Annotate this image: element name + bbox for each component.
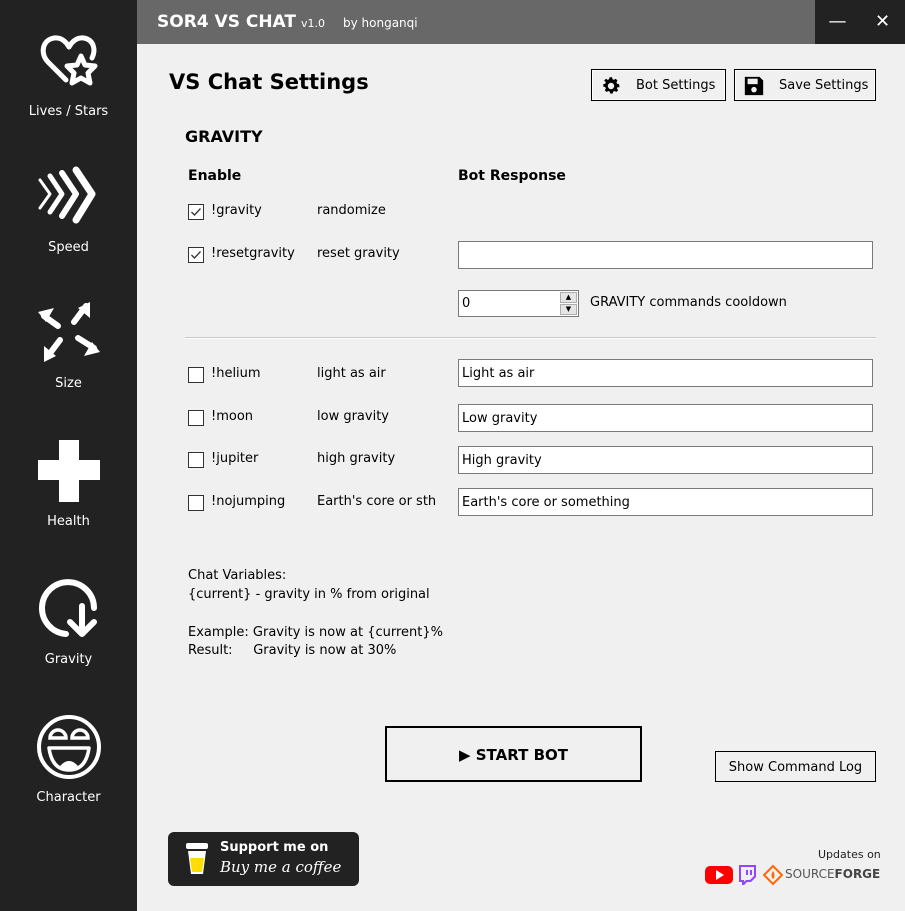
enable-checkbox[interactable]	[188, 452, 204, 468]
nojumping-response-input[interactable]	[458, 488, 873, 516]
section-title: GRAVITY	[185, 127, 263, 146]
plus-cross-icon	[38, 440, 100, 502]
sidebar-item-label: Character	[36, 790, 101, 805]
close-button[interactable]: ✕	[860, 0, 905, 44]
checkmark-icon	[191, 251, 201, 259]
cooldown-input[interactable]	[459, 291, 559, 316]
enable-checkbox[interactable]	[188, 204, 204, 220]
app-title: SOR4 VS CHAT	[157, 12, 296, 32]
twitch-icon[interactable]	[737, 864, 757, 886]
sidebar-item-lives-stars[interactable]: Lives / Stars	[0, 28, 137, 138]
sidebar-item-label: Size	[55, 376, 82, 391]
minimize-button[interactable]: —	[815, 0, 860, 44]
command-name: !nojumping	[211, 494, 286, 509]
command-description: low gravity	[317, 409, 389, 424]
title-bar[interactable]: SOR4 VS CHAT v1.0 by honganqi	[137, 0, 815, 44]
start-bot-button[interactable]: ▶ START BOT	[385, 726, 642, 782]
expand-arrows-icon	[38, 302, 100, 362]
show-command-log-label: Show Command Log	[728, 760, 863, 775]
jupiter-response-input[interactable]	[458, 446, 873, 474]
checkmark-icon	[191, 208, 201, 216]
section-divider	[185, 337, 876, 339]
gear-icon	[603, 77, 620, 94]
command-name: !resetgravity	[211, 246, 295, 261]
page-title: VS Chat Settings	[169, 70, 369, 94]
chevrons-right-icon	[38, 166, 96, 224]
heart-star-icon	[40, 35, 98, 86]
sidebar-item-label: Speed	[48, 240, 89, 255]
bmc-support-text: Support me on	[220, 840, 329, 855]
stepper-down-icon[interactable]: ▼	[560, 304, 577, 315]
result-text: Result: Gravity is now at 30%	[188, 643, 397, 658]
chat-variable-description: {current} - gravity in % from original	[188, 587, 430, 602]
sidebar: Lives / Stars Speed Size Health Gravity …	[0, 0, 137, 911]
app-author: by honganqi	[343, 16, 418, 30]
gravity-circle-arrow-icon	[39, 579, 97, 637]
save-settings-button[interactable]: Save Settings	[734, 69, 876, 101]
close-icon: ✕	[874, 11, 891, 32]
sourceforge-text-a: SOURCE	[785, 867, 835, 881]
window-controls: — ✕	[815, 0, 905, 44]
sidebar-item-label: Lives / Stars	[28, 104, 109, 119]
enable-column-header: Enable	[188, 168, 242, 184]
command-description: randomize	[317, 203, 386, 218]
command-description: light as air	[317, 366, 386, 381]
minimize-icon: —	[828, 11, 847, 32]
chat-variables-heading: Chat Variables:	[188, 568, 287, 583]
bot-settings-label: Bot Settings	[636, 78, 716, 93]
command-name: !jupiter	[211, 451, 259, 466]
sourceforge-icon[interactable]	[763, 864, 783, 886]
command-name: !helium	[211, 366, 261, 381]
command-name: !moon	[211, 409, 254, 424]
sourceforge-link[interactable]: SOURCEFORGE	[785, 867, 880, 881]
sidebar-item-character[interactable]: Character	[0, 714, 137, 824]
laughing-face-icon	[37, 715, 101, 779]
command-name: !gravity	[211, 203, 262, 218]
sidebar-item-speed[interactable]: Speed	[0, 164, 137, 274]
sidebar-item-health[interactable]: Health	[0, 438, 137, 548]
updates-on-label: Updates on	[818, 848, 881, 861]
enable-checkbox[interactable]	[188, 247, 204, 263]
command-description: reset gravity	[317, 246, 400, 261]
show-command-log-button[interactable]: Show Command Log	[715, 751, 876, 782]
moon-response-input[interactable]	[458, 404, 873, 432]
start-bot-label: ▶ START BOT	[459, 746, 568, 764]
buy-me-a-coffee-button[interactable]: Support me on Buy me a coffee	[168, 832, 359, 886]
enable-checkbox[interactable]	[188, 367, 204, 383]
cooldown-stepper[interactable]: ▲ ▼	[458, 290, 579, 317]
app-version: v1.0	[301, 17, 326, 30]
bot-settings-button[interactable]: Bot Settings	[591, 69, 726, 101]
command-description: Earth's core or sth	[317, 494, 437, 509]
helium-response-input[interactable]	[458, 359, 873, 387]
floppy-disk-icon	[744, 76, 764, 96]
save-settings-label: Save Settings	[779, 78, 869, 93]
stepper-up-icon[interactable]: ▲	[560, 292, 577, 303]
bmc-brand-text: Buy me a coffee	[220, 858, 342, 876]
sidebar-item-gravity[interactable]: Gravity	[0, 576, 137, 686]
youtube-icon[interactable]	[705, 864, 733, 886]
sidebar-item-label: Health	[47, 514, 90, 529]
sidebar-item-label: Gravity	[44, 652, 93, 667]
sourceforge-text-b: FORGE	[834, 867, 881, 881]
cooldown-label: GRAVITY commands cooldown	[590, 295, 787, 310]
resetgravity-response-input[interactable]	[458, 241, 873, 269]
enable-checkbox[interactable]	[188, 495, 204, 511]
bot-response-column-header: Bot Response	[458, 168, 566, 184]
coffee-cup-icon	[186, 843, 208, 874]
command-description: high gravity	[317, 451, 396, 466]
example-text: Example: Gravity is now at {current}%	[188, 625, 443, 640]
enable-checkbox[interactable]	[188, 410, 204, 426]
stepper-arrows: ▲ ▼	[560, 292, 577, 315]
sidebar-item-size[interactable]: Size	[0, 300, 137, 410]
